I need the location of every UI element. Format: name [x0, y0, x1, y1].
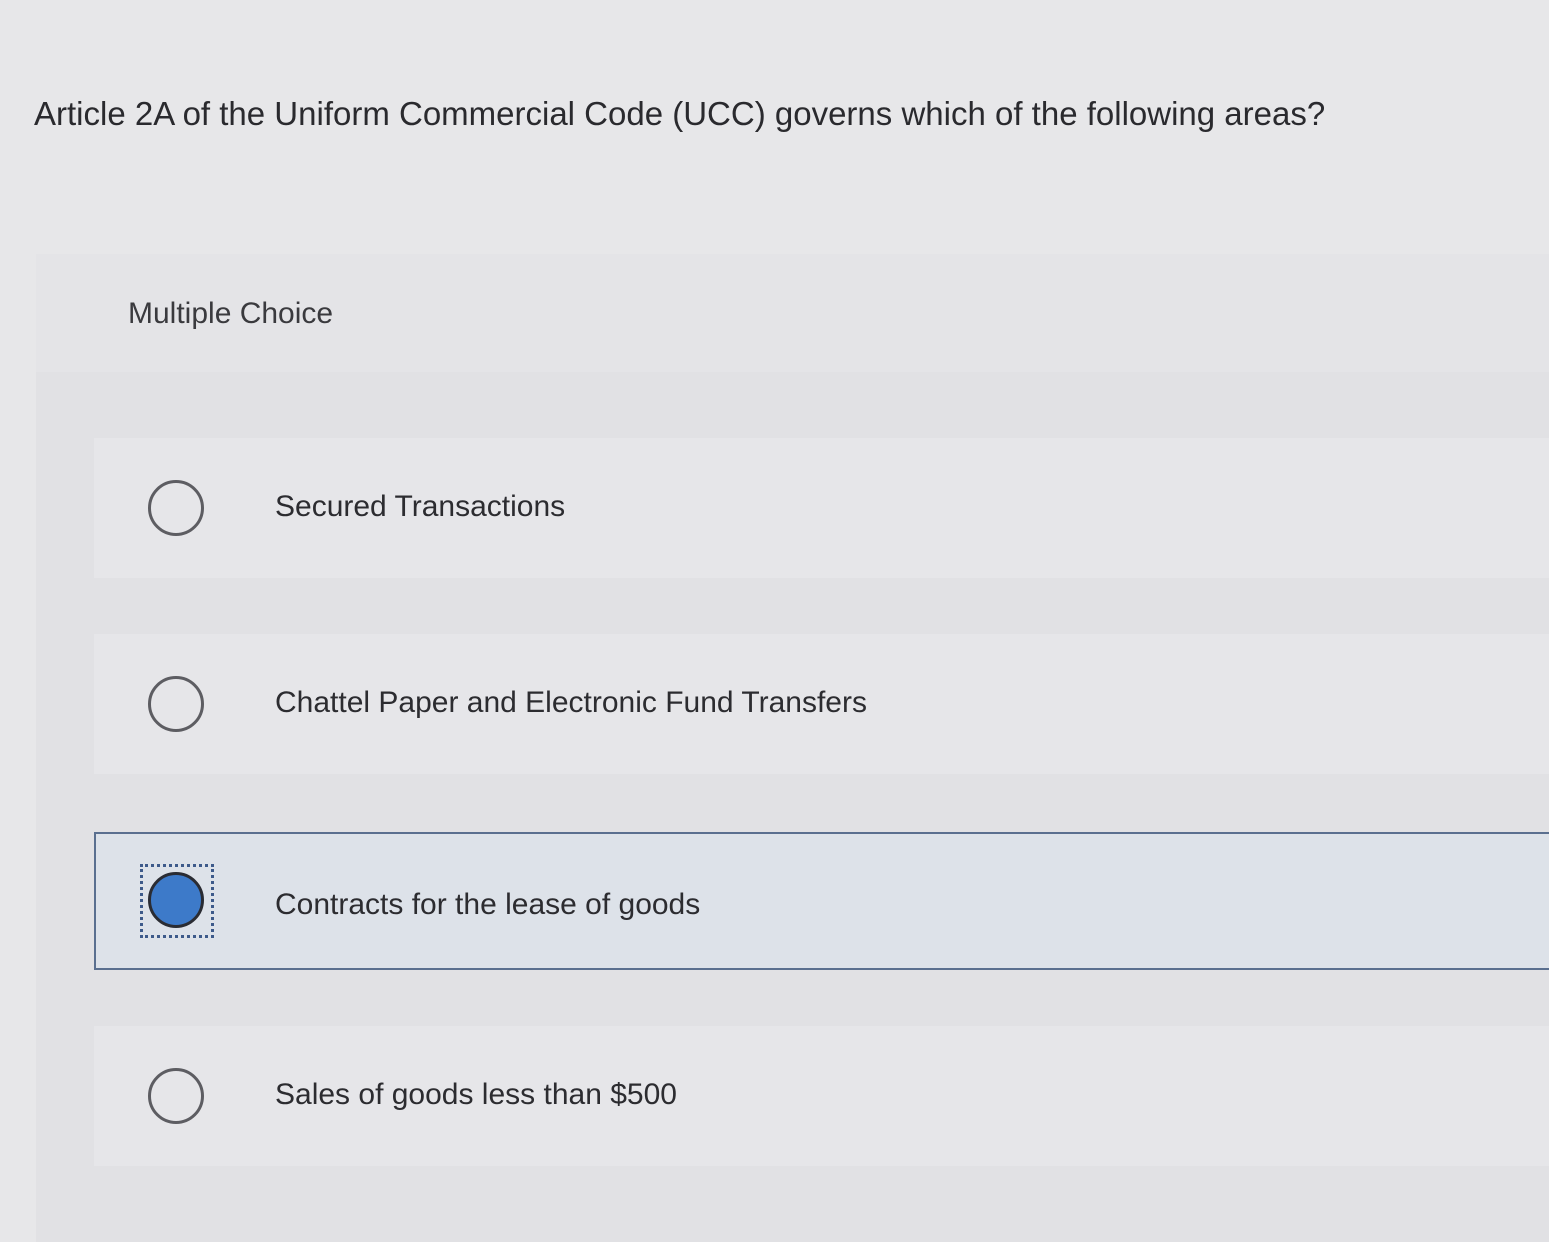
- answer-option[interactable]: Sales of goods less than $500: [94, 1026, 1549, 1166]
- answer-option[interactable]: Secured Transactions: [94, 438, 1549, 578]
- answer-option-selected[interactable]: Contracts for the lease of goods: [94, 832, 1549, 970]
- question-text: Article 2A of the Uniform Commercial Cod…: [34, 95, 1326, 132]
- answer-option-label: Sales of goods less than $500: [275, 1078, 677, 1111]
- radio-button[interactable]: [148, 480, 204, 536]
- radio-button[interactable]: [148, 676, 204, 732]
- radio-button[interactable]: [148, 1068, 204, 1124]
- answer-option[interactable]: Chattel Paper and Electronic Fund Transf…: [94, 634, 1549, 774]
- radio-button-checked[interactable]: [148, 872, 204, 928]
- panel-header: Multiple Choice: [36, 254, 1549, 372]
- answer-option-label: Chattel Paper and Electronic Fund Transf…: [275, 686, 867, 719]
- answer-option-label: Contracts for the lease of goods: [275, 888, 701, 921]
- answer-option-label: Secured Transactions: [275, 490, 566, 523]
- question-type-label: Multiple Choice: [128, 297, 334, 330]
